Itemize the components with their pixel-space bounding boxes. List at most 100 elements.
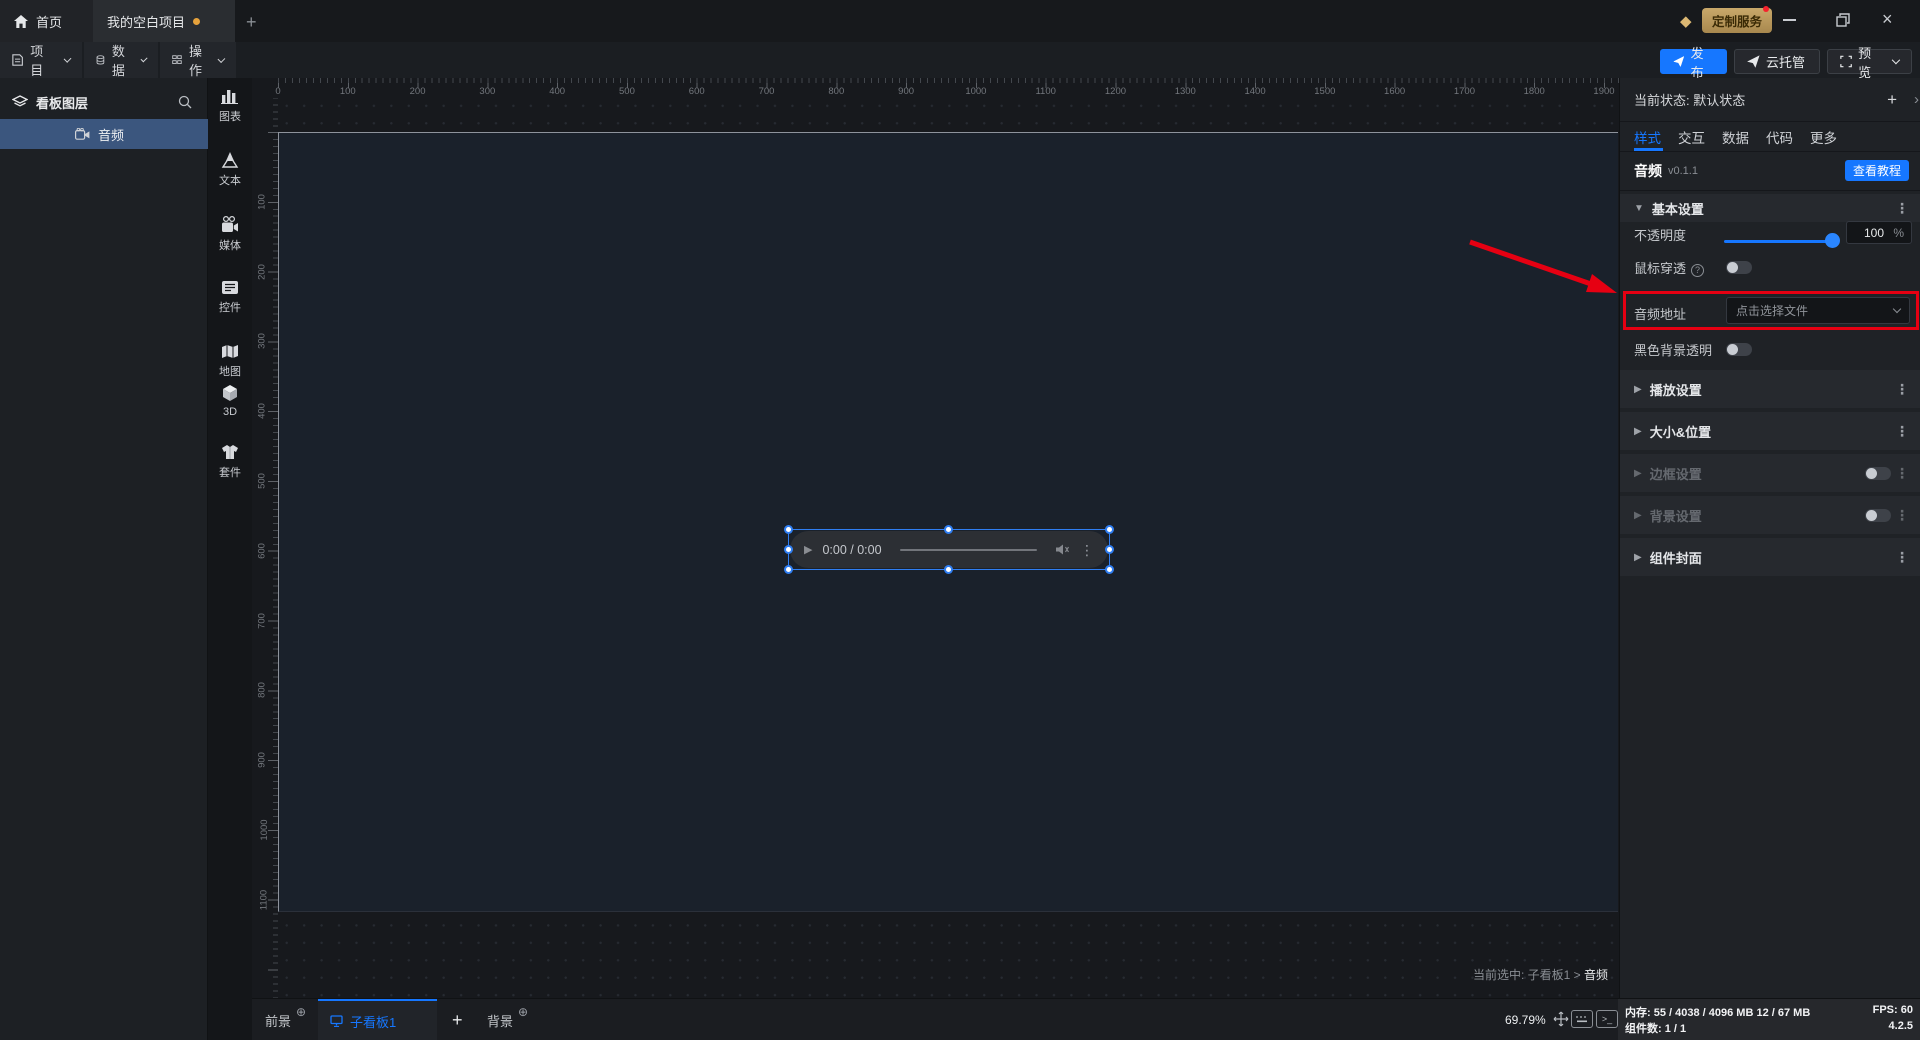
preview-label: 预览	[1858, 45, 1872, 80]
tab-style[interactable]: 样式	[1634, 127, 1661, 147]
resize-handle-s[interactable]	[944, 565, 953, 574]
section-menu-icon[interactable]: ⋮	[1895, 382, 1909, 396]
foreground-button[interactable]: 前景	[265, 999, 291, 1040]
border-toggle[interactable]	[1865, 466, 1891, 480]
layers-icon	[12, 95, 28, 107]
section-menu-icon[interactable]: ⋮	[1895, 508, 1909, 522]
new-tab-button[interactable]: +	[246, 13, 257, 31]
resize-handle-nw[interactable]	[784, 525, 793, 534]
zoom-level[interactable]: 69.79%	[1505, 999, 1546, 1040]
notification-dot	[1763, 6, 1769, 12]
add-state-button[interactable]: +	[1887, 90, 1897, 110]
section-border[interactable]: ▶ 边框设置 ⋮	[1620, 454, 1920, 492]
shortcut-keys-icon[interactable]	[1571, 1010, 1593, 1028]
background-button[interactable]: 背景	[487, 999, 513, 1040]
add-foreground-icon[interactable]: ⊕	[296, 1005, 306, 1019]
resize-handle-n[interactable]	[944, 525, 953, 534]
restore-window-button[interactable]	[1836, 13, 1850, 27]
restore-icon	[1836, 13, 1850, 27]
dashboard-board[interactable]	[278, 132, 1618, 912]
opacity-slider-knob[interactable]	[1825, 233, 1840, 248]
resize-handle-e[interactable]	[1105, 545, 1114, 554]
widget-icon	[222, 281, 238, 294]
state-value[interactable]: 默认状态	[1693, 90, 1745, 109]
console-icon[interactable]: >_	[1596, 1010, 1618, 1028]
chevron-down-icon	[1892, 55, 1901, 65]
resize-handle-w[interactable]	[784, 545, 793, 554]
document-icon	[12, 54, 23, 66]
v-ruler-label: 600	[256, 542, 268, 559]
board-tab-active[interactable]: 子看板1	[318, 999, 437, 1040]
opacity-slider[interactable]	[1724, 240, 1838, 243]
section-playback[interactable]: ▶ 播放设置 ⋮	[1620, 370, 1920, 408]
menu-actions[interactable]: 操作	[160, 42, 236, 78]
layer-item-audio[interactable]: 音频	[0, 119, 208, 149]
publish-button[interactable]: 发布	[1660, 46, 1727, 80]
search-icon[interactable]	[178, 95, 192, 109]
help-icon[interactable]: ?	[1691, 263, 1705, 277]
performance-stats: 内存: 55 / 4038 / 4096 MB 12 / 67 MB FPS: …	[1618, 999, 1920, 1040]
player-progress-bar[interactable]	[899, 548, 1037, 551]
section-cover[interactable]: ▶ 组件封面 ⋮	[1620, 538, 1920, 576]
asset-item-charts[interactable]: 图表	[208, 88, 252, 124]
component-version: v0.1.1	[1668, 165, 1698, 177]
section-menu-icon[interactable]: ⋮	[1895, 201, 1909, 215]
section-background[interactable]: ▶ 背景设置 ⋮	[1620, 496, 1920, 534]
asset-item-3d[interactable]: 3D	[208, 384, 252, 418]
section-menu-icon[interactable]: ⋮	[1895, 466, 1909, 480]
black-bg-toggle[interactable]	[1726, 343, 1752, 356]
inspector-tabs: 样式 交互 数据 代码 更多	[1634, 122, 1837, 151]
audio-player-component[interactable]: ▶ 0:00 / 0:00 ⋮	[790, 531, 1108, 568]
cloud-host-button[interactable]: 云托管	[1734, 49, 1820, 74]
mouse-through-toggle[interactable]	[1726, 261, 1752, 274]
expand-icon: ▶	[1634, 383, 1642, 395]
board-tab-label: 子看板1	[350, 1014, 397, 1030]
custom-service-button[interactable]: 定制服务	[1702, 8, 1773, 33]
canvas-area[interactable]: 0 100 200 300 400 500 600 700 800 900 1000 1100 1200…	[252, 78, 1619, 998]
v-ruler-label: 200	[256, 263, 268, 280]
asset-item-text[interactable]: 文本	[208, 152, 252, 188]
tab-interaction[interactable]: 交互	[1678, 127, 1705, 147]
resize-handle-sw[interactable]	[784, 565, 793, 574]
section-menu-icon[interactable]: ⋮	[1895, 424, 1909, 438]
asset-item-maps[interactable]: 地图	[208, 344, 252, 379]
menu-project[interactable]: 项目	[0, 42, 82, 78]
close-button[interactable]: ×	[1882, 9, 1893, 30]
menu-bar: 项目 数据 操作 发布 云托管 预览	[0, 42, 1920, 80]
tab-current-project[interactable]: 我的空白项目	[93, 0, 235, 42]
menu-data[interactable]: 数据	[84, 42, 158, 78]
inspector-panel: 当前状态: 默认状态 + › 样式 交互 数据 代码 更多 音频 v0.1.1 …	[1619, 78, 1920, 998]
volume-icon[interactable]	[1055, 543, 1070, 556]
publish-label: 发布	[1690, 45, 1704, 80]
section-label: 播放设置	[1649, 382, 1702, 398]
play-icon[interactable]: ▶	[804, 543, 812, 556]
v-ruler-label: 300	[256, 333, 268, 350]
tab-home[interactable]: 首页	[0, 0, 93, 42]
player-menu-icon[interactable]: ⋮	[1080, 543, 1094, 557]
section-size-position[interactable]: ▶ 大小&位置 ⋮	[1620, 412, 1920, 450]
minimize-button[interactable]	[1783, 19, 1796, 21]
tab-more[interactable]: 更多	[1810, 127, 1837, 147]
asset-item-kits[interactable]: 套件	[208, 444, 252, 480]
tutorial-button[interactable]: 查看教程	[1844, 160, 1909, 181]
expand-states-icon[interactable]: ›	[1914, 91, 1919, 108]
section-menu-icon[interactable]: ⋮	[1895, 550, 1909, 564]
opacity-input[interactable]: 100 %	[1846, 221, 1912, 244]
fit-view-icon[interactable]	[1550, 1010, 1572, 1028]
resize-handle-se[interactable]	[1105, 565, 1114, 574]
tab-code[interactable]: 代码	[1766, 127, 1793, 147]
h-ruler-label: 800	[828, 86, 845, 97]
resize-handle-ne[interactable]	[1105, 525, 1114, 534]
asset-item-widgets[interactable]: 控件	[208, 280, 252, 315]
tab-data[interactable]: 数据	[1722, 127, 1749, 147]
section-label: 大小&位置	[1649, 424, 1712, 440]
section-basic-settings[interactable]: ▼ 基本设置 ⋮	[1620, 194, 1920, 222]
asset-item-media[interactable]: 媒体	[208, 216, 252, 253]
add-board-button[interactable]: +	[452, 999, 463, 1040]
app-window: 首页 我的空白项目 + ◆ 定制服务 × 项目 数据 操作 发布 云托管 预览 …	[0, 0, 1920, 1040]
cloud-host-label: 云托管	[1766, 55, 1806, 70]
preview-button[interactable]: 预览	[1827, 46, 1912, 80]
component-title-row: 音频 v0.1.1 查看教程	[1634, 152, 1920, 190]
add-background-icon[interactable]: ⊕	[518, 1005, 528, 1019]
background-toggle[interactable]	[1865, 508, 1891, 522]
